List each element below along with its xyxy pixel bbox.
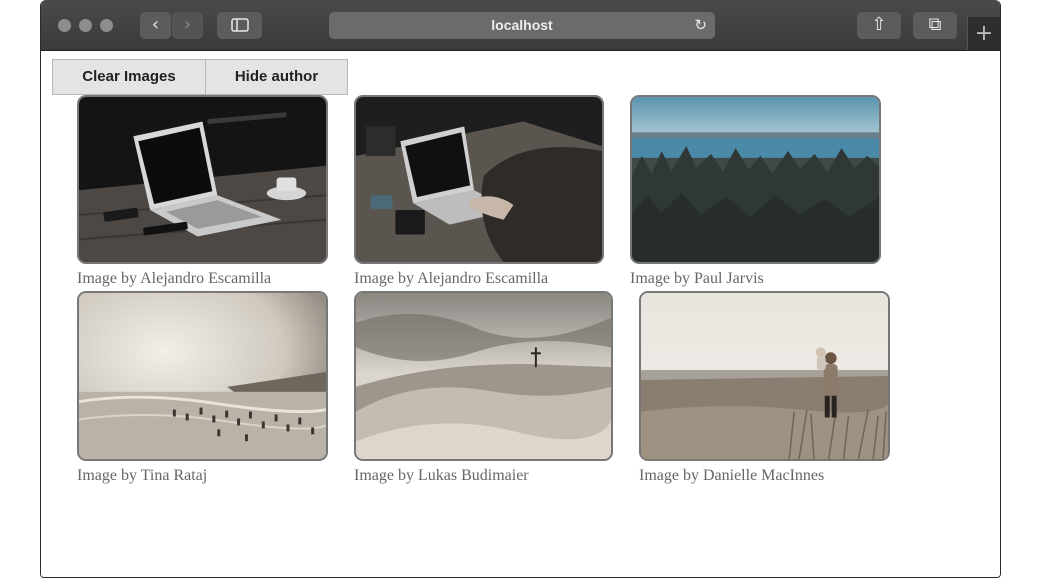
sidebar-toggle-button[interactable] bbox=[217, 12, 262, 39]
tabs-icon: ⧉ bbox=[928, 14, 942, 35]
image-caption: Image by Danielle MacInnes bbox=[639, 467, 825, 484]
sand-dunes-image bbox=[356, 293, 611, 459]
browser-window: ‹ › localhost ↻ ⇧ ⧉ + Clear Images Hide … bbox=[40, 0, 1001, 578]
image-thumbnail[interactable] bbox=[639, 291, 890, 461]
image-thumbnail[interactable] bbox=[354, 291, 613, 461]
minimize-window-button[interactable] bbox=[79, 19, 92, 32]
reload-icon[interactable]: ↻ bbox=[694, 12, 707, 39]
back-button[interactable]: ‹ bbox=[140, 12, 171, 39]
plus-icon: + bbox=[974, 21, 994, 46]
image-thumbnail[interactable] bbox=[354, 95, 604, 264]
image-thumbnail[interactable] bbox=[77, 291, 328, 461]
new-tab-button[interactable]: + bbox=[967, 17, 1000, 50]
share-icon: ⇧ bbox=[871, 14, 887, 35]
image-thumbnail[interactable] bbox=[77, 95, 328, 264]
man-carrying-child-in-field-image bbox=[641, 293, 888, 459]
sidebar-icon bbox=[230, 18, 249, 32]
crowded-beach-image bbox=[79, 293, 326, 459]
image-caption: Image by Alejandro Escamilla bbox=[77, 270, 272, 287]
image-caption: Image by Tina Rataj bbox=[77, 467, 208, 484]
address-text: localhost bbox=[491, 17, 553, 33]
address-bar[interactable]: localhost ↻ bbox=[329, 12, 715, 39]
browser-titlebar: ‹ › localhost ↻ ⇧ ⧉ + bbox=[41, 0, 1000, 51]
close-window-button[interactable] bbox=[58, 19, 71, 32]
forest-and-lake-image bbox=[632, 97, 879, 262]
person-typing-on-laptop-image bbox=[356, 97, 602, 262]
page-content: Clear Images Hide author Image by Alejan… bbox=[41, 51, 1000, 577]
share-button[interactable]: ⇧ bbox=[857, 12, 901, 39]
chevron-left-icon: ‹ bbox=[151, 14, 160, 35]
forward-button[interactable]: › bbox=[172, 12, 203, 39]
zoom-window-button[interactable] bbox=[100, 19, 113, 32]
image-caption: Image by Lukas Budimaier bbox=[354, 467, 529, 484]
image-thumbnail[interactable] bbox=[630, 95, 881, 264]
image-toolbar: Clear Images Hide author bbox=[52, 59, 348, 95]
image-caption: Image by Paul Jarvis bbox=[630, 270, 764, 287]
hide-author-button[interactable]: Hide author bbox=[206, 59, 348, 95]
clear-images-button[interactable]: Clear Images bbox=[52, 59, 206, 95]
show-tabs-button[interactable]: ⧉ bbox=[913, 12, 957, 39]
laptop-on-table-image bbox=[79, 97, 326, 262]
image-caption: Image by Alejandro Escamilla bbox=[354, 270, 549, 287]
chevron-right-icon: › bbox=[183, 14, 192, 35]
